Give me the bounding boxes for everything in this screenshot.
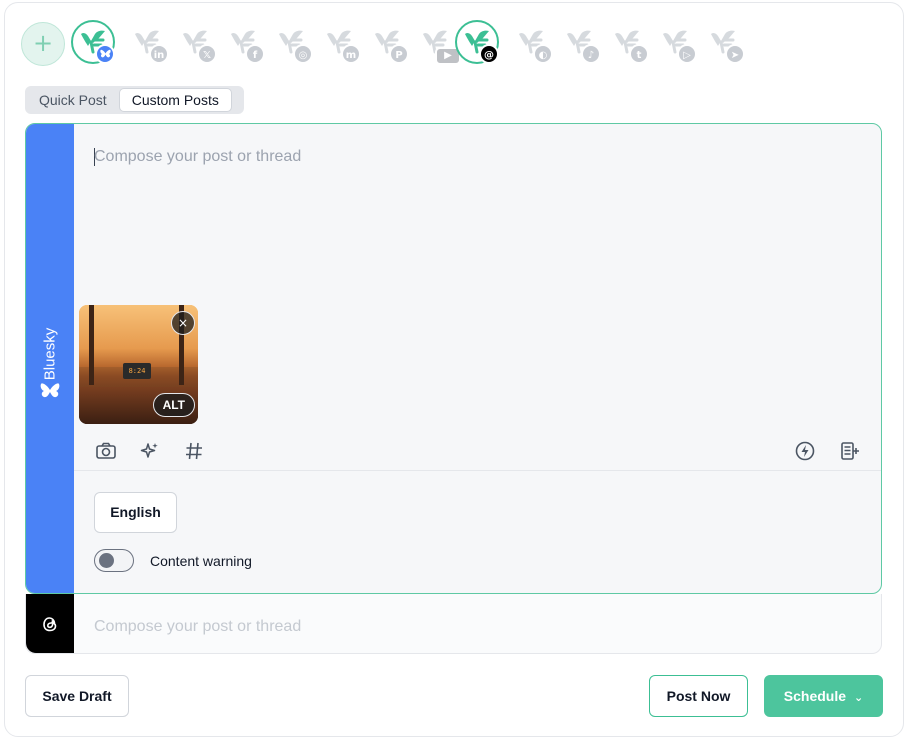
account-threads[interactable]: @ <box>455 20 499 68</box>
toolbar-divider <box>74 470 881 471</box>
tab-quick-post[interactable]: Quick Post <box>27 88 119 112</box>
account-telegram[interactable]: ➤ <box>701 20 745 68</box>
telegram-icon: ➤ <box>725 44 745 64</box>
lightning-icon[interactable] <box>794 440 816 462</box>
bluesky-side-panel: Bluesky <box>26 124 74 593</box>
account-google-business[interactable]: ◐ <box>509 20 553 68</box>
butterfly-icon <box>40 383 60 398</box>
google-business-icon: ◐ <box>533 44 553 64</box>
threads-side-panel <box>26 594 74 653</box>
add-account-button[interactable]: + <box>21 22 65 66</box>
hashtag-icon[interactable] <box>183 440 205 462</box>
tumblr-icon: t <box>629 44 649 64</box>
account-instagram[interactable]: ◎ <box>269 20 313 68</box>
account-pinterest[interactable]: P <box>365 20 409 68</box>
x-icon: 𝕏 <box>197 44 217 64</box>
save-draft-button[interactable]: Save Draft <box>25 675 129 717</box>
add-thread-icon[interactable] <box>838 440 860 462</box>
schedule-button[interactable]: Schedule ⌄ <box>764 675 883 717</box>
threads-compose-input[interactable]: Compose your post or thread <box>94 618 301 636</box>
account-bluesky[interactable] <box>71 20 115 68</box>
linkedin-icon: in <box>149 44 169 64</box>
language-button[interactable]: English <box>94 492 177 533</box>
image-window-frame <box>89 305 94 385</box>
content-warning-label: Content warning <box>150 553 252 569</box>
account-linkedin[interactable]: in <box>125 20 169 68</box>
bluesky-compose-input[interactable]: Compose your post or thread <box>94 148 301 166</box>
tiktok-icon: ♪ <box>581 44 601 64</box>
google-play-icon: ▷ <box>677 44 697 64</box>
mastodon-icon: m <box>341 44 361 64</box>
camera-icon[interactable] <box>95 440 117 462</box>
schedule-label: Schedule <box>783 688 847 704</box>
account-google-play[interactable]: ▷ <box>653 20 697 68</box>
toggle-knob <box>99 553 114 568</box>
account-tumblr[interactable]: t <box>605 20 649 68</box>
bluesky-editor: Bluesky Compose your post or thread 8:24… <box>25 123 882 594</box>
threads-icon: @ <box>479 44 499 64</box>
bluesky-icon <box>95 44 115 64</box>
facebook-icon: f <box>245 44 265 64</box>
threads-icon <box>43 617 57 632</box>
threads-editor: Compose your post or thread <box>25 594 882 654</box>
image-clock: 8:24 <box>123 363 151 379</box>
content-warning-toggle[interactable] <box>94 549 134 572</box>
remove-image-button[interactable]: × <box>171 311 195 335</box>
tab-custom-posts[interactable]: Custom Posts <box>118 88 232 112</box>
post-now-button[interactable]: Post Now <box>649 675 748 717</box>
chevron-down-icon: ⌄ <box>854 691 864 704</box>
alt-text-button[interactable]: ALT <box>152 393 195 417</box>
account-mastodon[interactable]: m <box>317 20 361 68</box>
account-facebook[interactable]: f <box>221 20 265 68</box>
ai-sparkle-icon[interactable] <box>139 440 161 462</box>
bluesky-platform-label: Bluesky <box>41 327 59 381</box>
account-x[interactable]: 𝕏 <box>173 20 217 68</box>
account-selector-row: + in 𝕏f ◎ m P ▶ @ ◐ ♪ t ▷ ➤ <box>21 20 881 68</box>
account-tiktok[interactable]: ♪ <box>557 20 601 68</box>
post-mode-tabs: Quick Post Custom Posts <box>25 86 244 114</box>
plus-icon: + <box>32 29 54 57</box>
attached-image-thumbnail[interactable]: 8:24 × ALT <box>79 305 198 424</box>
account-youtube[interactable]: ▶ <box>413 20 461 68</box>
instagram-icon: ◎ <box>293 44 313 64</box>
pinterest-icon: P <box>389 44 409 64</box>
